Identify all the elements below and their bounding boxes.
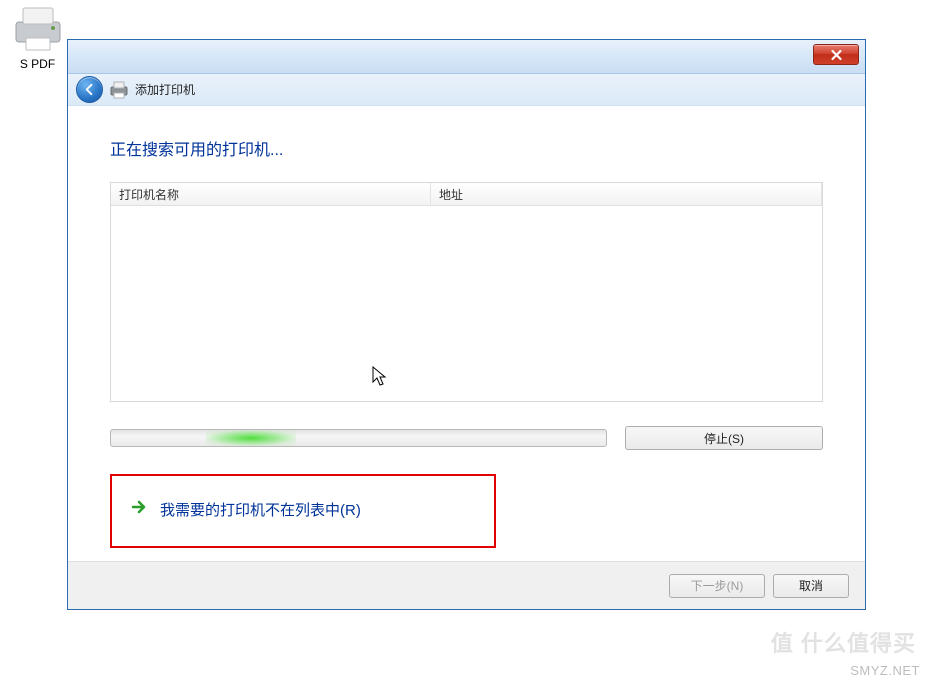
cancel-button[interactable]: 取消 xyxy=(773,574,849,598)
next-button[interactable]: 下一步(N) xyxy=(669,574,765,598)
not-listed-label: 我需要的打印机不在列表中(R) xyxy=(160,499,361,520)
close-button[interactable] xyxy=(813,44,859,65)
highlight-annotation: 我需要的打印机不在列表中(R) xyxy=(110,474,496,548)
stop-button[interactable]: 停止(S) xyxy=(625,426,823,450)
printer-icon xyxy=(109,81,129,99)
printer-icon xyxy=(8,0,68,55)
watermark-en: SMYZ.NET xyxy=(850,663,920,678)
progress-row: 停止(S) xyxy=(110,426,823,450)
printer-not-listed-link[interactable]: 我需要的打印机不在列表中(R) xyxy=(130,498,476,520)
search-progress xyxy=(110,429,607,447)
desktop-icon-label: S PDF xyxy=(0,57,75,71)
navbar: 添加打印机 xyxy=(68,74,865,106)
dialog-button-row: 下一步(N) 取消 xyxy=(68,561,865,609)
dialog-content: 正在搜索可用的打印机... 打印机名称 地址 停止(S) 我需要的打印机不在 xyxy=(68,106,865,561)
dialog-title: 添加打印机 xyxy=(135,81,195,98)
list-header: 打印机名称 地址 xyxy=(111,183,822,206)
watermark-cn: 值 什么值得买 xyxy=(771,626,916,658)
printer-list[interactable]: 打印机名称 地址 xyxy=(110,182,823,402)
list-body xyxy=(111,206,822,401)
arrow-right-icon xyxy=(130,498,148,520)
page-heading: 正在搜索可用的打印机... xyxy=(110,136,823,160)
close-icon xyxy=(830,49,843,61)
progress-indicator xyxy=(206,430,296,446)
titlebar[interactable] xyxy=(68,40,865,74)
column-address[interactable]: 地址 xyxy=(431,183,822,205)
back-arrow-icon xyxy=(82,82,97,97)
desktop-printer-icon[interactable]: S PDF xyxy=(0,0,75,71)
back-button[interactable] xyxy=(76,76,103,103)
add-printer-dialog: 添加打印机 正在搜索可用的打印机... 打印机名称 地址 停止(S) xyxy=(67,39,866,610)
column-printer-name[interactable]: 打印机名称 xyxy=(111,183,431,205)
